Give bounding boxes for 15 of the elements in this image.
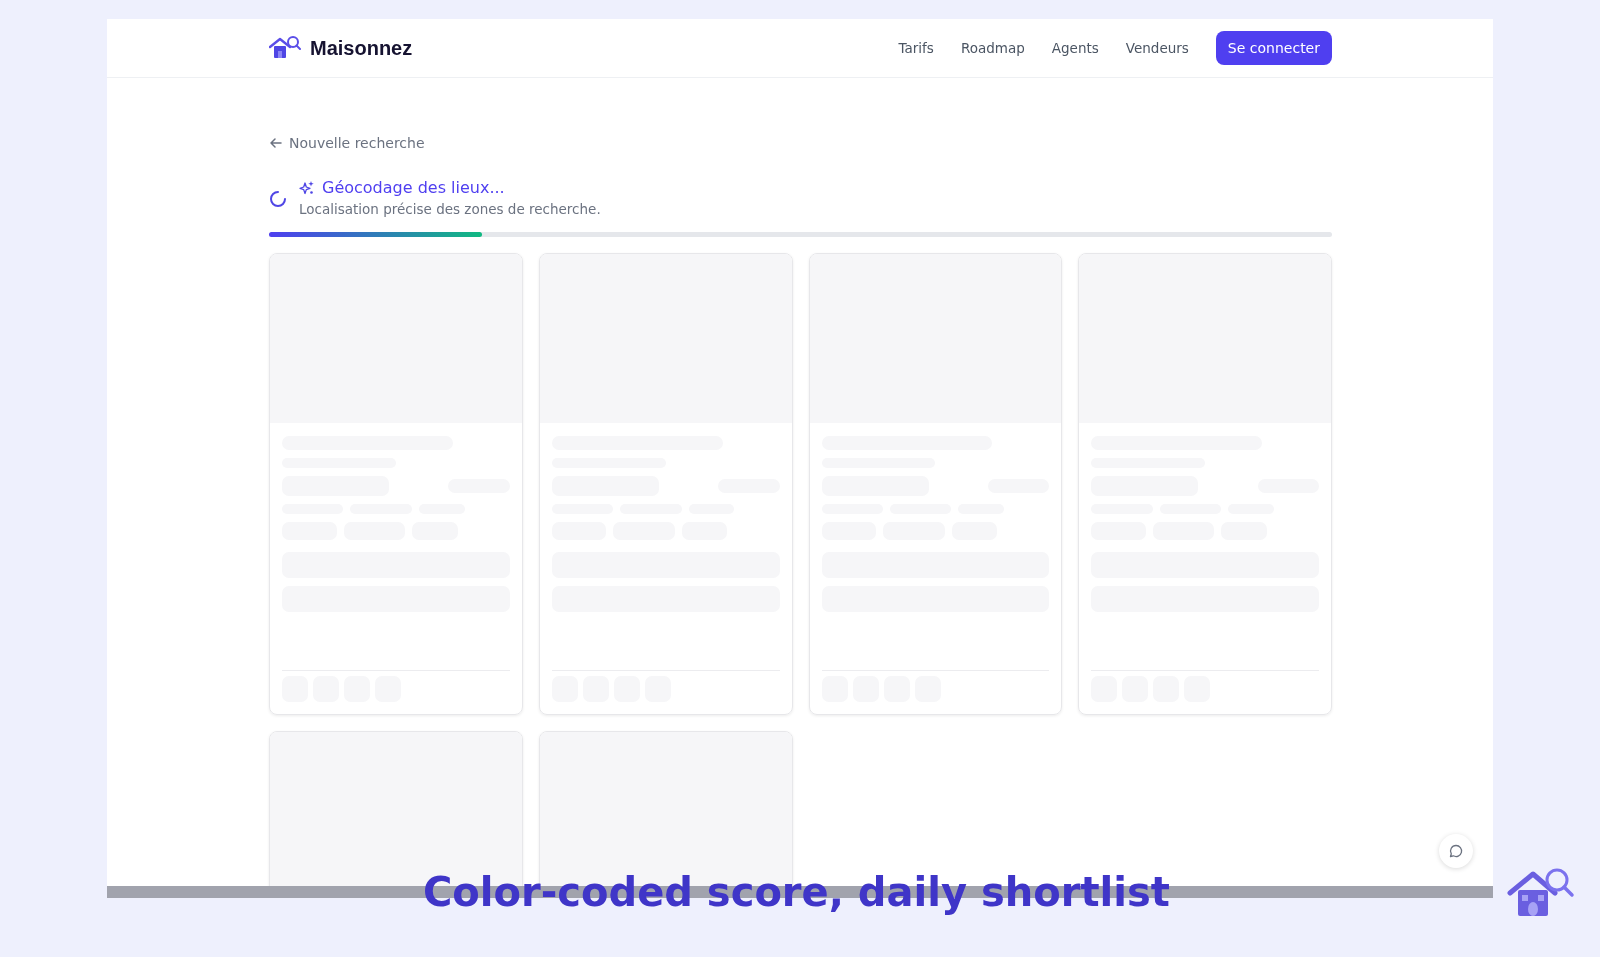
nav-link[interactable]: Roadmap — [960, 40, 1025, 56]
status-title: Géocodage des lieux... — [322, 178, 505, 197]
login-button[interactable]: Se connecter — [1215, 31, 1332, 65]
arrow-left-icon — [269, 136, 283, 150]
nav-link[interactable]: Tarifs — [898, 40, 934, 56]
sparkles-icon — [299, 179, 315, 196]
house-logo-icon — [269, 35, 301, 61]
brand-name[interactable]: Maisonnez — [310, 36, 413, 60]
chat-button[interactable] — [1439, 834, 1473, 868]
nav-link[interactable]: Agents — [1051, 40, 1099, 56]
chat-icon — [1448, 843, 1464, 859]
back-link[interactable]: Nouvelle recherche — [269, 135, 425, 151]
spinner-icon — [269, 190, 287, 208]
nav-link[interactable]: Vendeurs — [1125, 40, 1189, 56]
status-subtitle: Localisation précise des zones de recherche. — [299, 201, 601, 217]
